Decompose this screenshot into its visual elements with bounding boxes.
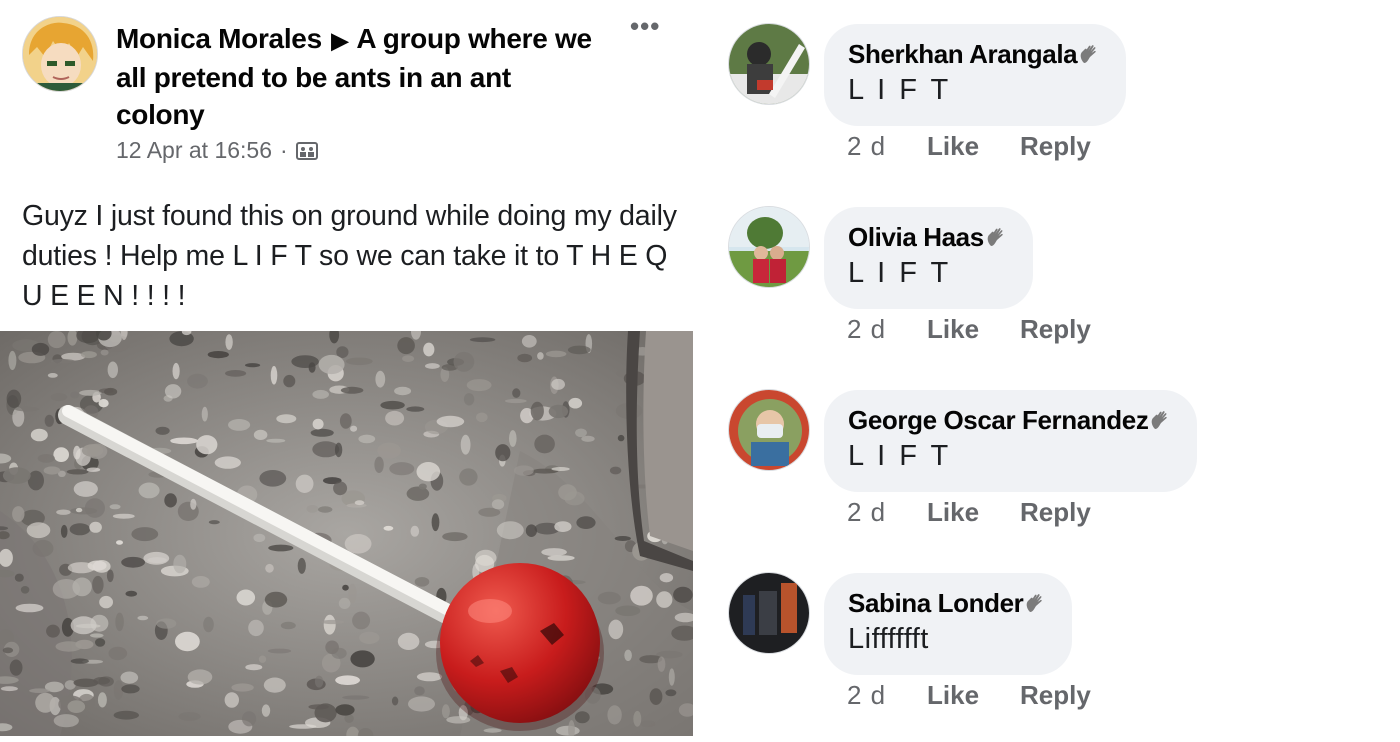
group-privacy-icon xyxy=(295,140,318,162)
comment-bubble: Sabina Londer Lifffffft xyxy=(824,573,1073,675)
comment-actions: 2 d Like Reply xyxy=(847,131,1091,162)
more-options-icon[interactable]: ••• xyxy=(630,13,668,44)
wave-icon xyxy=(1149,405,1171,429)
like-button[interactable]: Like xyxy=(927,314,1020,345)
wave-icon xyxy=(985,222,1007,246)
reply-button[interactable]: Reply xyxy=(1020,680,1091,711)
arrow-right-icon: ▶ xyxy=(331,28,348,53)
comment-bubble: Olivia Haas L I F T xyxy=(824,207,1033,309)
comment-time[interactable]: 2 d xyxy=(847,131,927,162)
comment-text: L I F T xyxy=(848,74,952,106)
comment-item: Sherkhan Arangala L I F T 2 d Like Reply xyxy=(728,23,1378,193)
comment-text: Lifffffft xyxy=(848,623,929,655)
commenter-name-row: Sabina Londer xyxy=(848,586,1046,620)
commenter-avatar[interactable] xyxy=(728,206,810,288)
commenter-name[interactable]: George Oscar Fernandez xyxy=(848,405,1149,435)
commenter-name-row: Sherkhan Arangala xyxy=(848,37,1100,71)
like-button[interactable]: Like xyxy=(927,680,1020,711)
commenter-name-row: George Oscar Fernandez xyxy=(848,403,1171,437)
comment-time[interactable]: 2 d xyxy=(847,314,927,345)
wave-icon xyxy=(1078,39,1100,63)
comment-actions: 2 d Like Reply xyxy=(847,680,1091,711)
like-button[interactable]: Like xyxy=(927,497,1020,528)
reply-button[interactable]: Reply xyxy=(1020,131,1091,162)
comment-bubble: George Oscar Fernandez L I F T xyxy=(824,390,1198,492)
comment-actions: 2 d Like Reply xyxy=(847,314,1091,345)
comment-text: L I F T xyxy=(848,440,952,472)
commenter-name-row: Olivia Haas xyxy=(848,220,1007,254)
reply-button[interactable]: Reply xyxy=(1020,314,1091,345)
commenter-avatar[interactable] xyxy=(728,389,810,471)
author-avatar[interactable] xyxy=(22,16,98,92)
comment-item: Olivia Haas L I F T 2 d Like Reply xyxy=(728,206,1378,376)
post-photo[interactable] xyxy=(0,331,693,736)
comment-item: George Oscar Fernandez L I F T 2 d Like … xyxy=(728,389,1378,559)
commenter-avatar[interactable] xyxy=(728,23,810,105)
comment-actions: 2 d Like Reply xyxy=(847,497,1091,528)
meta-separator: · xyxy=(280,137,288,163)
post: Monica Morales ▶ A group where we all pr… xyxy=(0,0,700,736)
post-body-text: Guyz I just found this on ground while d… xyxy=(22,200,677,312)
comment-time[interactable]: 2 d xyxy=(847,497,927,528)
comment-text: L I F T xyxy=(848,257,952,289)
comment-bubble: Sherkhan Arangala L I F T xyxy=(824,24,1127,126)
commenter-name[interactable]: Sherkhan Arangala xyxy=(848,39,1078,69)
commenter-name[interactable]: Olivia Haas xyxy=(848,222,984,252)
wave-icon xyxy=(1024,588,1046,612)
commenter-avatar[interactable] xyxy=(728,572,810,654)
comment-time[interactable]: 2 d xyxy=(847,680,927,711)
post-timestamp[interactable]: 12 Apr at 16:56 xyxy=(116,137,272,164)
post-meta: 12 Apr at 16:56 · xyxy=(116,137,318,164)
author-name[interactable]: Monica Morales xyxy=(116,23,322,54)
post-header: Monica Morales ▶ A group where we all pr… xyxy=(116,20,606,133)
comment-item: Sabina Londer Lifffffft 2 d Like Reply xyxy=(728,572,1378,742)
commenter-name[interactable]: Sabina Londer xyxy=(848,588,1024,618)
reply-button[interactable]: Reply xyxy=(1020,497,1091,528)
like-button[interactable]: Like xyxy=(927,131,1020,162)
